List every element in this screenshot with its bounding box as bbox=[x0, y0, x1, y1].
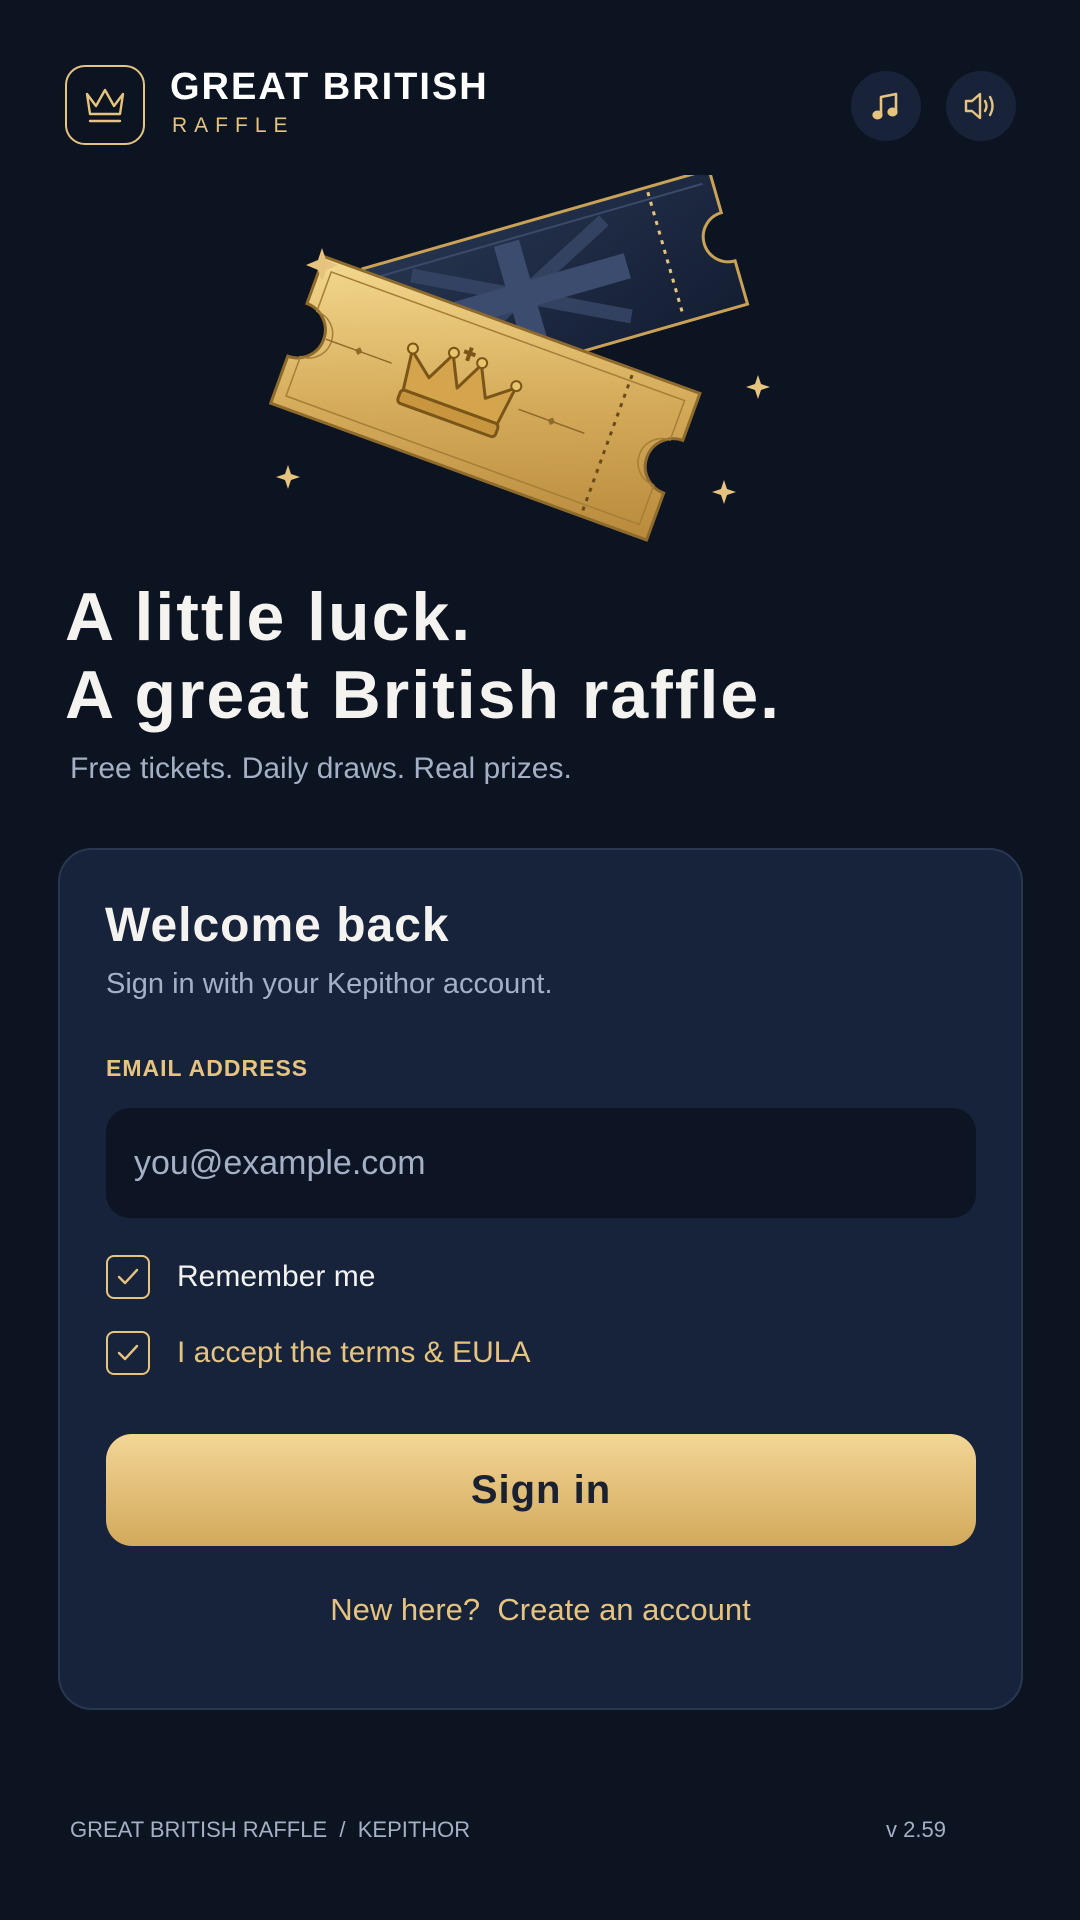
music-note-icon bbox=[872, 92, 898, 120]
footer-separator: / bbox=[339, 1817, 346, 1842]
remember-me-label: Remember me bbox=[177, 1260, 376, 1293]
create-account-link[interactable]: Create an account bbox=[497, 1592, 750, 1627]
checkmark-icon bbox=[117, 1344, 139, 1361]
footer-brand: GREAT BRITISH RAFFLE / KEPITHOR bbox=[70, 1817, 470, 1843]
email-field[interactable] bbox=[106, 1108, 976, 1218]
new-here-text: New here? bbox=[330, 1592, 481, 1627]
sign-in-button[interactable]: Sign in bbox=[106, 1434, 976, 1546]
signin-card: Welcome back Sign in with your Kepithor … bbox=[58, 848, 1023, 1710]
music-toggle-button[interactable] bbox=[851, 71, 921, 141]
accept-terms-box[interactable] bbox=[106, 1331, 150, 1375]
create-account-row: New here? Create an account bbox=[60, 1592, 1021, 1628]
signin-title: Welcome back bbox=[105, 899, 450, 952]
hero-headline: A little luck. A great British raffle. bbox=[65, 578, 781, 734]
remember-me-box[interactable] bbox=[106, 1255, 150, 1299]
checkmark-icon bbox=[117, 1268, 139, 1285]
crown-icon bbox=[85, 88, 125, 123]
raffle-tickets-illustration bbox=[268, 167, 770, 542]
speaker-icon bbox=[964, 92, 994, 120]
footer-brand-name: GREAT BRITISH RAFFLE bbox=[70, 1817, 328, 1842]
headline-line-1: A little luck. bbox=[65, 579, 473, 655]
footer-company: KEPITHOR bbox=[357, 1817, 471, 1842]
hero-tagline: Free tickets. Daily draws. Real prizes. bbox=[70, 752, 572, 785]
accept-terms-checkbox[interactable]: I accept the terms & EULA bbox=[106, 1330, 530, 1376]
headline-line-2: A great British raffle. bbox=[65, 657, 782, 733]
logo-badge bbox=[65, 65, 145, 145]
remember-me-checkbox[interactable]: Remember me bbox=[106, 1254, 375, 1300]
accept-terms-label[interactable]: I accept the terms & EULA bbox=[177, 1336, 530, 1370]
app-header: GREAT BRITISH RAFFLE bbox=[0, 0, 1080, 170]
brand-subtitle: RAFFLE bbox=[172, 114, 295, 137]
sound-toggle-button[interactable] bbox=[946, 71, 1016, 141]
email-label: EMAIL ADDRESS bbox=[106, 1055, 309, 1081]
hero-illustration bbox=[260, 167, 800, 565]
signin-subtitle: Sign in with your Kepithor account. bbox=[106, 968, 553, 1000]
app-version: v 2.59 bbox=[886, 1817, 946, 1842]
brand-title: GREAT BRITISH bbox=[170, 66, 489, 108]
